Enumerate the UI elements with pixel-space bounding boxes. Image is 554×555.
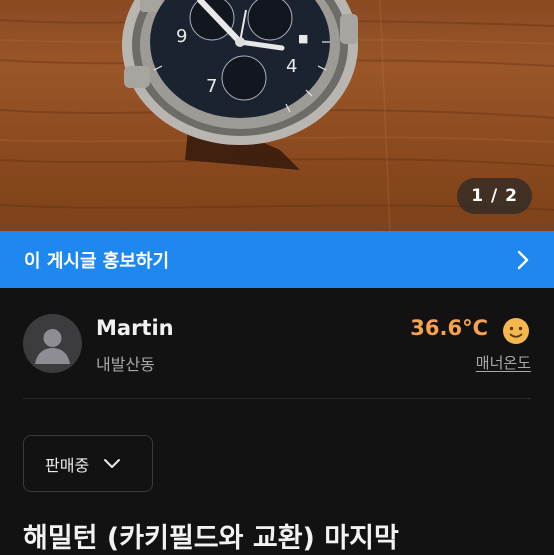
sale-status-dropdown[interactable]: 판매중 [23,435,153,492]
seller-profile[interactable]: Martin 내발산동 36.6°C 매너온도 [0,288,554,396]
section-divider [23,398,531,399]
promote-post-button[interactable]: 이 게시글 홍보하기 [0,231,554,288]
photo-page-indicator: 1 / 2 [457,178,532,214]
svg-text:9: 9 [176,26,187,47]
smiling-face-icon [503,318,529,344]
chevron-right-icon [517,250,529,269]
manner-temperature: 36.6°C [410,316,488,340]
seller-name[interactable]: Martin [96,316,174,340]
chevron-down-icon [104,458,121,468]
listing-title: 해밀턴 (카키필드와 교환) 마지막 [23,523,399,554]
svg-text:■: ■ [298,32,308,45]
svg-text:7: 7 [206,76,217,97]
promote-post-label: 이 게시글 홍보하기 [24,250,170,272]
sale-status-value: 판매중 [45,455,90,475]
seller-location: 내발산동 [96,355,155,374]
default-avatar-icon[interactable] [23,314,82,373]
manner-temperature-label[interactable]: 매너온도 [476,352,531,373]
product-photo[interactable]: 9 7 4 ■ 1 / 2 [0,0,554,231]
svg-text:4: 4 [286,56,297,77]
